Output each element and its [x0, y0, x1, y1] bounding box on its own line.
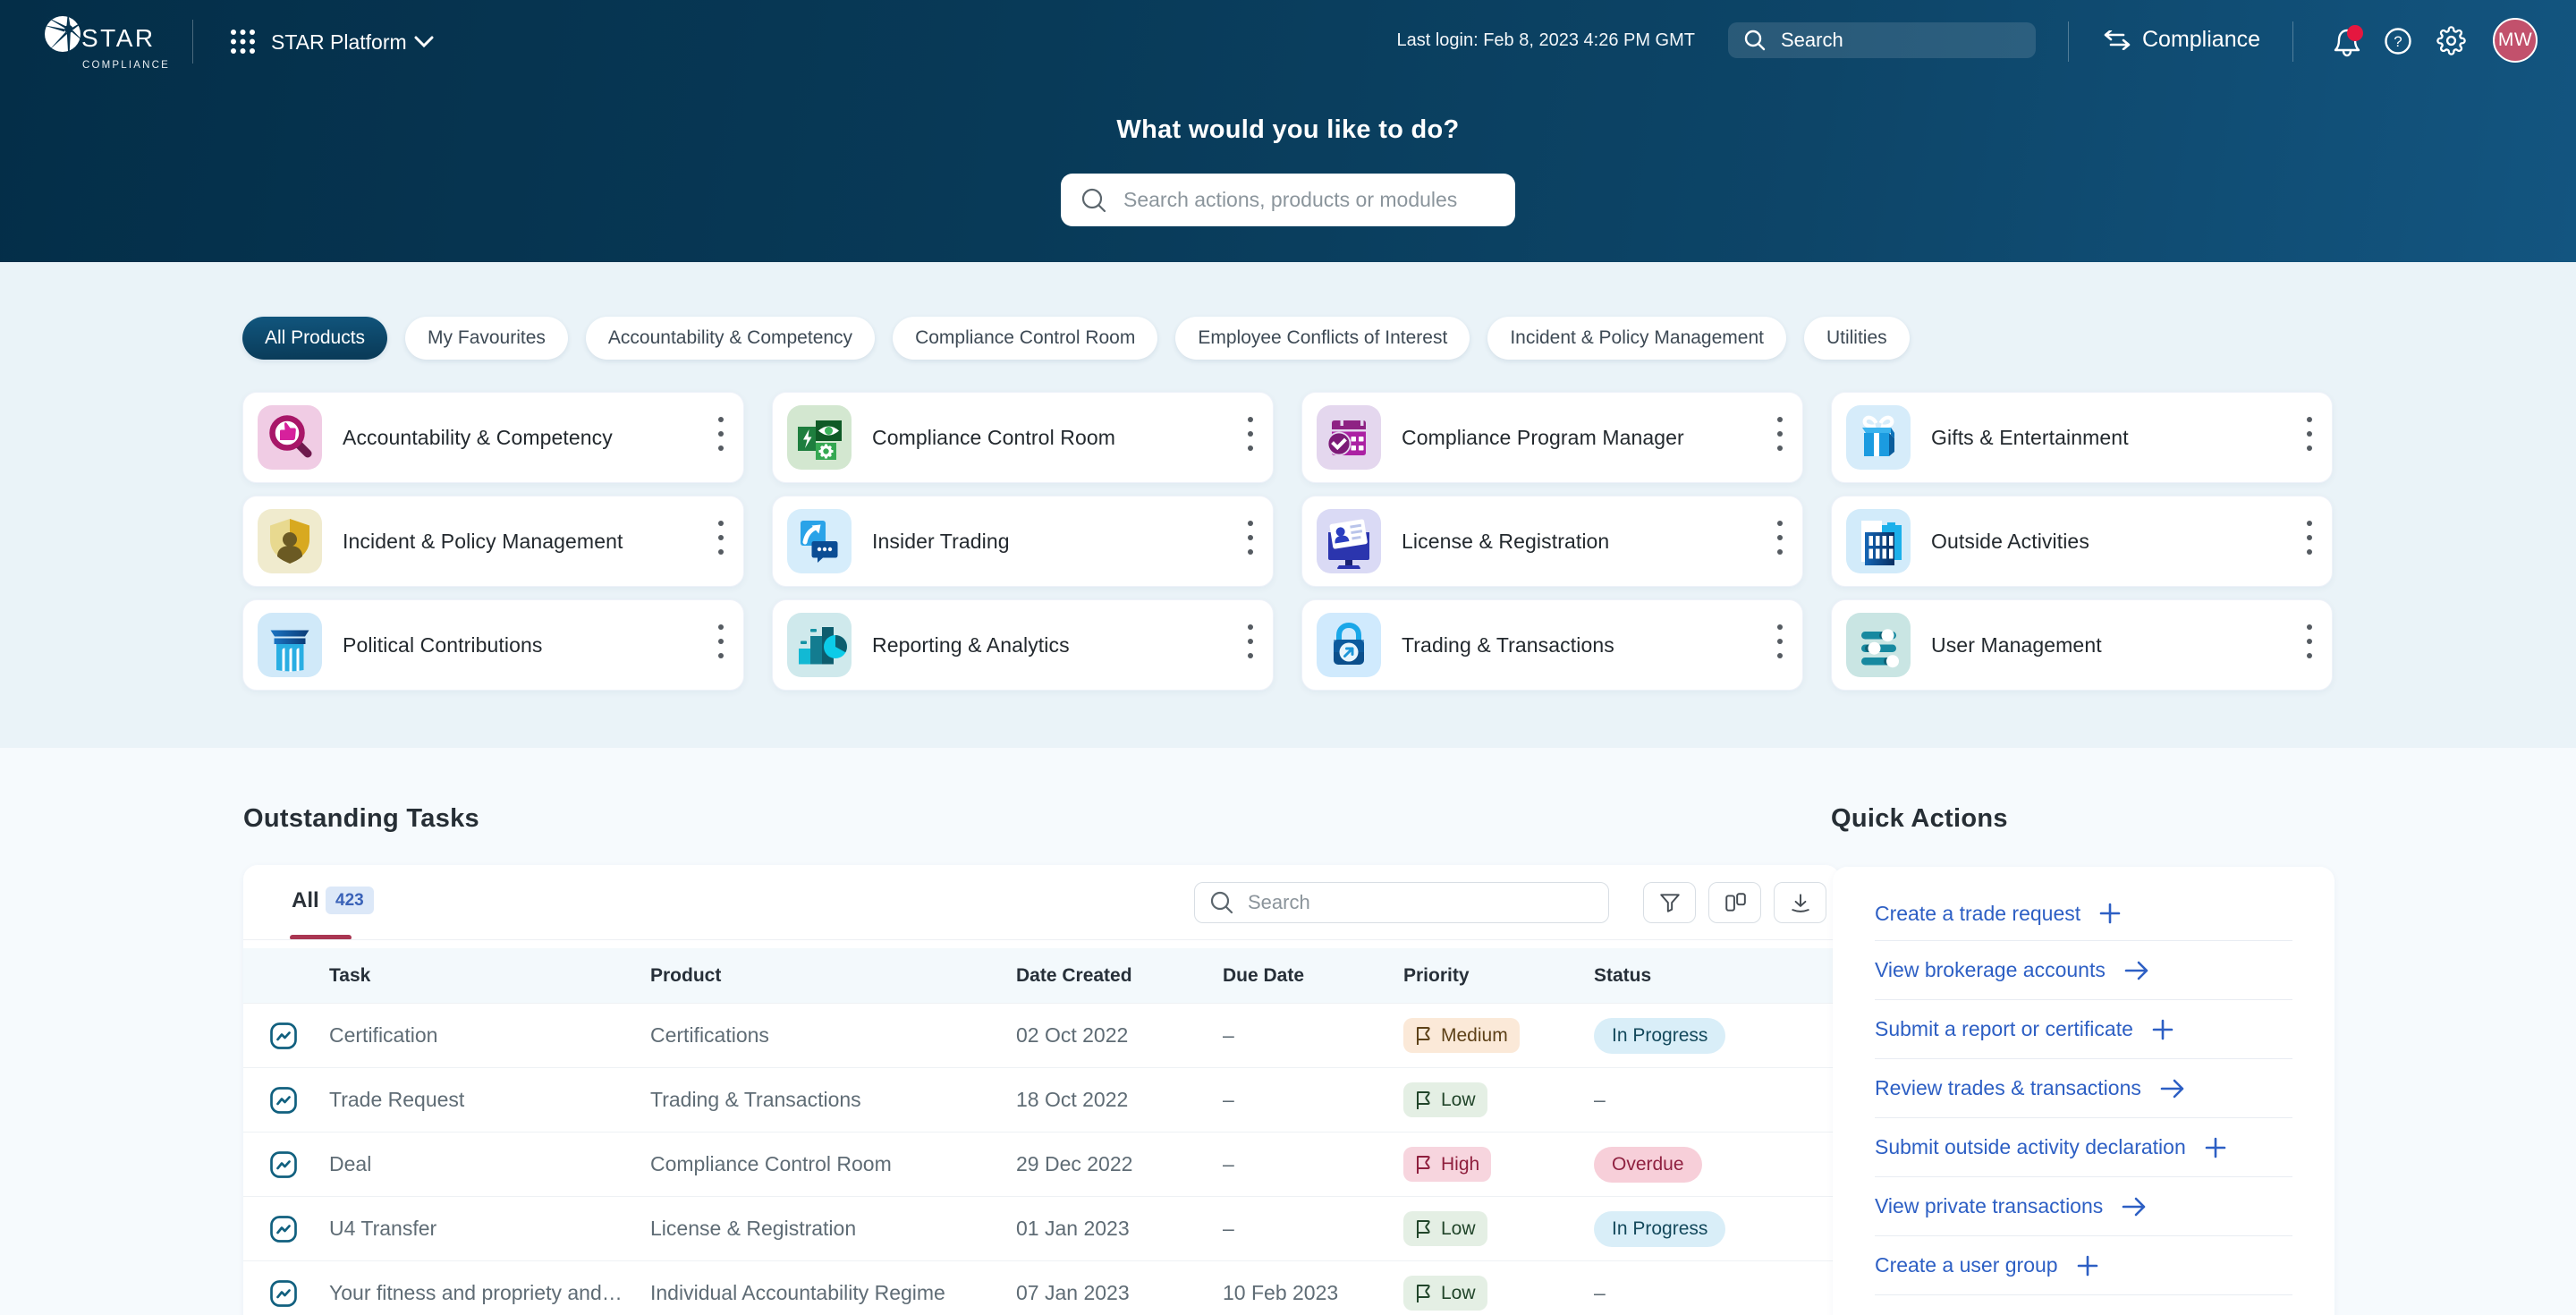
- svg-text:?: ?: [2394, 33, 2402, 50]
- svg-text:STAR: STAR: [81, 24, 156, 52]
- svg-text:COMPLIANCE: COMPLIANCE: [82, 60, 170, 71]
